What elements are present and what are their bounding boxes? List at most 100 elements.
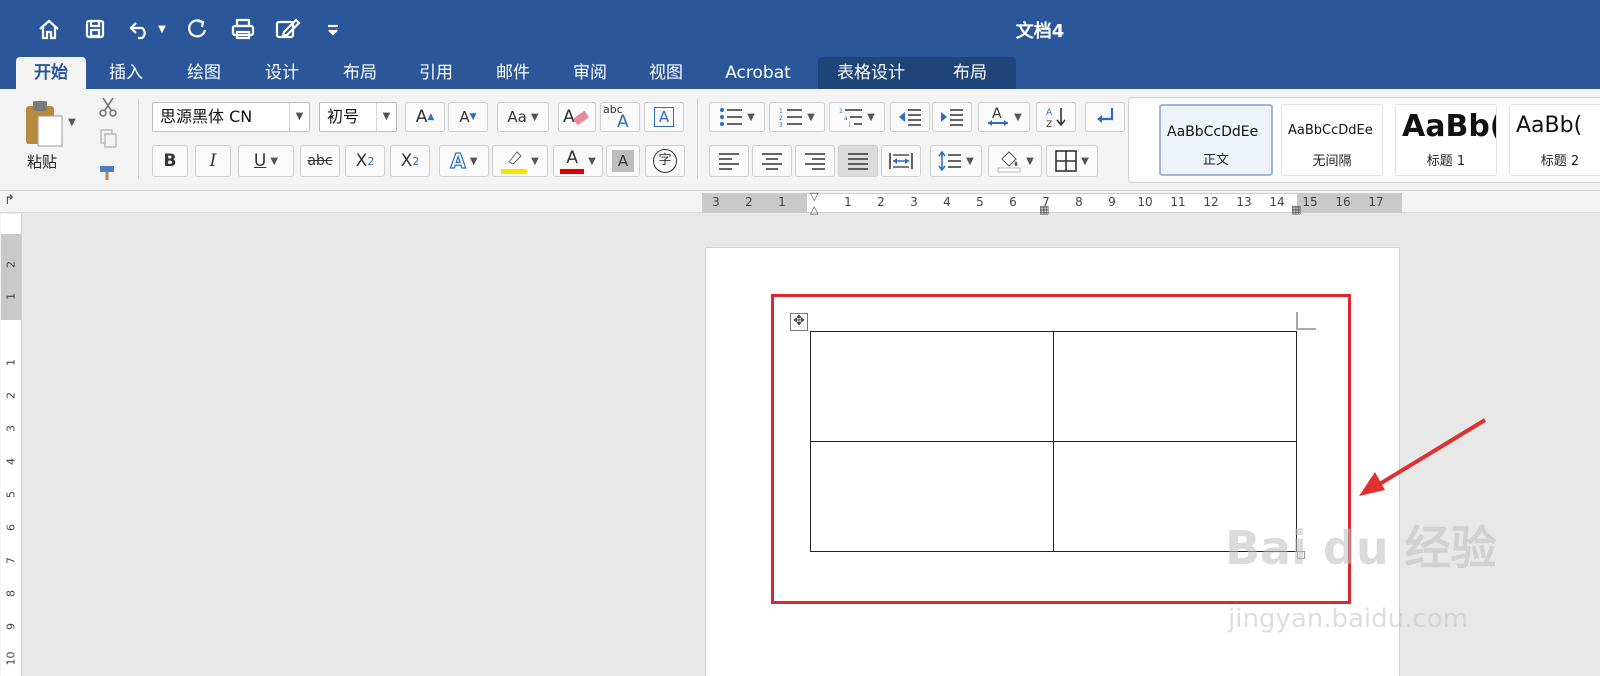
ruler-number: 1: [4, 359, 18, 366]
phonetic-guide-button[interactable]: abc A: [600, 102, 640, 132]
paste-button[interactable]: [14, 95, 74, 153]
first-line-indent-marker[interactable]: ▽: [810, 190, 818, 203]
horizontal-ruler[interactable]: ▽ △ ▦ ▦ 3 2 1 1 2 3 4 5 6 7 8 9 10 11 12 13 14 15 16 17: [702, 190, 1402, 216]
character-border-button[interactable]: A: [644, 102, 684, 132]
tab-table-design[interactable]: 表格设计: [818, 57, 924, 89]
tab-table-layout[interactable]: 布局: [924, 57, 1016, 89]
chevron-down-icon: ▼: [588, 155, 596, 167]
tab-home[interactable]: 开始: [16, 57, 86, 89]
chevron-down-icon: ▼: [469, 155, 478, 167]
undo-dropdown-icon[interactable]: ▼: [158, 24, 166, 35]
increase-indent-button[interactable]: [932, 102, 972, 132]
ruler-number: 8: [1075, 195, 1083, 209]
font-size-select[interactable]: 初号 ▼: [319, 102, 397, 132]
show-formatting-marks-button[interactable]: [1085, 102, 1125, 132]
sort-az-icon: AZ: [1046, 108, 1066, 129]
chevron-down-icon: ▼: [1014, 111, 1022, 123]
text-effects-button[interactable]: A ▼: [439, 145, 489, 177]
borders-button[interactable]: ▼: [1046, 145, 1098, 177]
bullets-button[interactable]: ▼: [709, 102, 765, 132]
ruler-number: 1: [4, 293, 18, 300]
edit-doc-icon[interactable]: [272, 14, 304, 44]
highlight-box: [771, 294, 1351, 604]
text-direction-button[interactable]: A ▼: [978, 102, 1030, 132]
justify-icon: [848, 153, 868, 170]
multilevel-list-button[interactable]: 1ai ▼: [829, 102, 885, 132]
ruler-number: 6: [4, 524, 18, 531]
align-left-button[interactable]: [709, 145, 749, 177]
highlight-button[interactable]: ▼: [492, 145, 548, 177]
save-icon[interactable]: [80, 14, 110, 44]
font-color-button[interactable]: A ▼: [553, 145, 603, 177]
svg-text:a: a: [844, 115, 848, 122]
tab-references[interactable]: 引用: [404, 57, 468, 89]
tab-selector-icon[interactable]: ↱: [4, 193, 15, 208]
superscript-button[interactable]: X2: [390, 145, 430, 177]
ruler-number: 4: [4, 458, 18, 465]
paste-icon: [26, 101, 63, 147]
grow-font-button[interactable]: A ▲: [405, 102, 445, 132]
justify-button[interactable]: [838, 145, 878, 177]
align-right-button[interactable]: [795, 145, 835, 177]
paragraph-mark-icon: [1097, 108, 1114, 123]
multilevel-list-icon: 1ai: [839, 108, 863, 127]
style-normal[interactable]: AaBbCcDdEe 正文: [1159, 104, 1273, 176]
print-icon[interactable]: [228, 14, 258, 44]
redo-icon[interactable]: [182, 14, 212, 44]
style-heading-1[interactable]: AaBb( 标题 1: [1395, 104, 1497, 176]
numbering-button[interactable]: 123 ▼: [769, 102, 825, 132]
decrease-indent-button[interactable]: [890, 102, 930, 132]
subscript-button[interactable]: X2: [345, 145, 385, 177]
shrink-font-button[interactable]: A ▼: [448, 102, 488, 132]
customize-toolbar-icon[interactable]: [322, 14, 344, 44]
enclose-characters-button[interactable]: 字: [645, 145, 685, 177]
strikethrough-button[interactable]: abc: [300, 145, 340, 177]
font-color-swatch: [560, 169, 585, 174]
ruler-number: 8: [4, 590, 18, 597]
style-heading-2[interactable]: AaBb( 标题 2: [1509, 104, 1600, 176]
style-no-spacing[interactable]: AaBbCcDdEe 无间隔: [1281, 104, 1383, 176]
ruler-number: 17: [1368, 195, 1384, 209]
ruler-number: 2: [4, 392, 18, 399]
chevron-down-icon: ▼: [270, 155, 279, 167]
tab-draw[interactable]: 绘图: [172, 57, 236, 89]
change-case-button[interactable]: Aa ▼: [497, 102, 549, 132]
tab-acrobat[interactable]: Acrobat: [712, 57, 804, 89]
tab-insert[interactable]: 插入: [94, 57, 158, 89]
ruler-top-white: [1, 214, 21, 234]
tab-layout[interactable]: 布局: [328, 57, 392, 89]
tab-view[interactable]: 视图: [634, 57, 698, 89]
tab-design[interactable]: 设计: [250, 57, 314, 89]
bold-button[interactable]: B: [152, 145, 188, 177]
tab-mailings[interactable]: 邮件: [481, 57, 545, 89]
paste-dropdown-icon[interactable]: ▼: [68, 117, 76, 128]
format-painter-icon[interactable]: [92, 157, 124, 185]
sort-button[interactable]: AZ: [1036, 102, 1076, 132]
text-direction-icon: A: [988, 106, 1009, 126]
home-icon[interactable]: [34, 14, 64, 44]
superscript-glyph: X: [400, 151, 413, 171]
ruler-number: 7: [1042, 195, 1050, 209]
align-center-icon: [762, 153, 782, 170]
vertical-ruler[interactable]: 2 1 1 2 3 4 5 6 7 8 9 10: [0, 214, 22, 676]
shading-button[interactable]: ▼: [988, 145, 1042, 177]
line-spacing-button[interactable]: ▼: [930, 145, 982, 177]
copy-icon[interactable]: [92, 125, 124, 153]
distributed-button[interactable]: [881, 145, 921, 177]
decrease-indent-icon: [899, 109, 921, 126]
align-center-button[interactable]: [752, 145, 792, 177]
undo-icon[interactable]: ▼: [126, 14, 168, 44]
italic-button[interactable]: I: [195, 145, 231, 177]
character-shading-button[interactable]: A: [606, 145, 640, 177]
tab-review[interactable]: 审阅: [558, 57, 622, 89]
clear-formatting-button[interactable]: A: [558, 102, 596, 132]
font-color-icon: A: [560, 148, 585, 174]
underline-button[interactable]: U ▼: [238, 145, 294, 177]
cut-icon[interactable]: [92, 93, 124, 121]
left-indent-marker[interactable]: △: [810, 203, 818, 216]
ruler-number: 9: [4, 623, 18, 630]
ruler-number: 1: [778, 195, 786, 209]
font-family-select[interactable]: 思源黑体 CN ▼: [152, 102, 310, 132]
ribbon-home: ▼ 粘贴 思源黑体 CN ▼ 初号 ▼ A ▲ A ▼ Aa ▼ A abc A A …: [0, 89, 1600, 191]
svg-text:2: 2: [779, 115, 783, 122]
